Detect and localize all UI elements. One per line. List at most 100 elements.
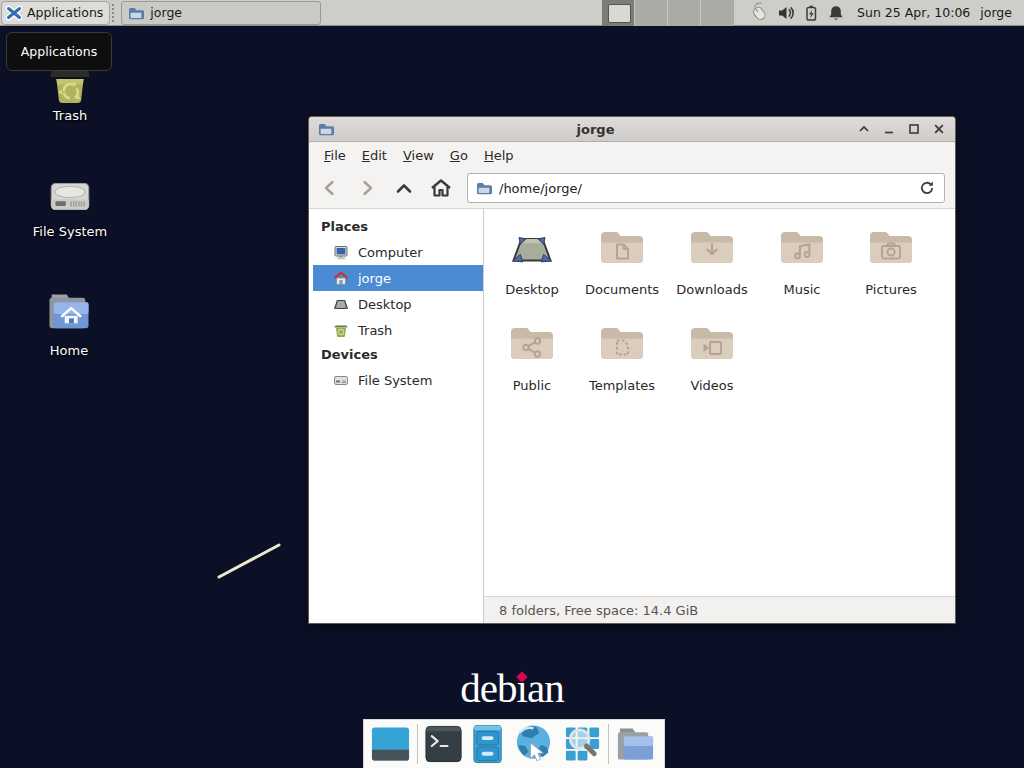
sidebar-item-trash[interactable]: Trash xyxy=(309,317,483,343)
templates-folder-icon xyxy=(598,321,646,369)
shade-button[interactable] xyxy=(857,122,871,136)
sidebar-item-computer[interactable]: Computer xyxy=(309,239,483,265)
path-folder-icon xyxy=(476,180,492,196)
sidebar-header-devices: Devices xyxy=(309,343,483,367)
folder-label: Templates xyxy=(580,378,664,393)
window-folder-icon xyxy=(318,121,334,137)
applications-label: Applications xyxy=(27,5,103,20)
applications-tooltip: Applications xyxy=(6,32,112,71)
downloads-folder-icon xyxy=(688,225,736,273)
music-folder-icon xyxy=(778,225,826,273)
menu-edit[interactable]: Edit xyxy=(354,145,395,166)
window-titlebar[interactable]: jorge xyxy=(309,117,955,142)
menu-help[interactable]: Help xyxy=(476,145,522,166)
workspace-4[interactable] xyxy=(701,0,734,26)
folder-label: Public xyxy=(490,378,574,393)
tooltip-text: Applications xyxy=(21,44,97,59)
file-manager-window: jorge File Edit View Go Help xyxy=(308,116,956,624)
menu-view[interactable]: View xyxy=(395,145,442,166)
dock-folder-icon[interactable] xyxy=(615,724,658,764)
hard-drive-icon xyxy=(45,170,95,220)
panel-username[interactable]: jorge xyxy=(980,5,1012,20)
toolbar: /home/jorge/ xyxy=(309,168,955,209)
window-title: jorge xyxy=(334,122,857,137)
desktop-icon-label: File System xyxy=(22,224,118,239)
battery-icon[interactable] xyxy=(802,4,820,22)
menu-go[interactable]: Go xyxy=(442,145,476,166)
folder-icon xyxy=(128,5,144,21)
back-button[interactable] xyxy=(317,175,343,201)
taskbar-window-button[interactable]: jorge xyxy=(121,1,321,25)
sidebar-item-label: Desktop xyxy=(358,297,412,312)
system-tray xyxy=(748,2,845,23)
forward-button[interactable] xyxy=(354,175,380,201)
panel-separator-handle[interactable] xyxy=(112,4,118,22)
dock-web-browser-icon[interactable] xyxy=(512,722,557,766)
minimize-button[interactable] xyxy=(882,122,896,136)
folder-tile-music[interactable]: Music xyxy=(760,225,844,297)
taskbar-window-label: jorge xyxy=(150,5,182,20)
desktop-mini-icon xyxy=(333,296,349,312)
debian-logo: debıan xyxy=(0,664,1024,712)
workspace-1[interactable] xyxy=(602,0,635,26)
path-bar[interactable]: /home/jorge/ xyxy=(467,173,945,203)
folder-tile-public[interactable]: Public xyxy=(490,321,574,393)
desktop-icon-filesystem[interactable]: File System xyxy=(22,170,118,239)
dock-separator xyxy=(608,724,609,764)
sidebar-item-jorge[interactable]: jorge xyxy=(313,265,483,291)
desktop-icon-label: Home xyxy=(21,343,117,358)
dock-separator xyxy=(417,724,418,764)
bell-icon[interactable] xyxy=(827,4,845,22)
bottom-dock xyxy=(363,719,665,768)
videos-folder-icon xyxy=(688,321,736,369)
home-button[interactable] xyxy=(428,175,454,201)
statusbar: 8 folders, Free space: 14.4 GiB xyxy=(484,596,955,623)
workspace-pager[interactable] xyxy=(602,0,734,26)
folder-label: Desktop xyxy=(490,282,574,297)
reload-icon[interactable] xyxy=(918,179,936,197)
top-panel: Applications jorge xyxy=(0,0,1024,26)
folder-tile-videos[interactable]: Videos xyxy=(670,321,754,393)
dock-file-cabinet-icon[interactable] xyxy=(469,724,506,764)
folder-tile-templates[interactable]: Templates xyxy=(580,321,664,393)
pictures-folder-icon xyxy=(867,225,915,273)
menu-file[interactable]: File xyxy=(316,145,354,166)
desktop-icon-home[interactable]: Home xyxy=(21,287,117,358)
desktop-icon-label: Trash xyxy=(22,108,118,123)
sidebar-item-label: Trash xyxy=(358,323,392,338)
desktop-trapezoid-icon xyxy=(508,225,556,273)
applications-menu-button[interactable]: Applications xyxy=(1,1,110,25)
close-button[interactable] xyxy=(932,122,946,136)
mouse-icon[interactable] xyxy=(748,2,770,23)
menubar: File Edit View Go Help xyxy=(309,142,955,168)
folder-tile-pictures[interactable]: Pictures xyxy=(849,225,933,297)
folder-label: Videos xyxy=(670,378,754,393)
computer-icon xyxy=(333,244,349,260)
xfce-logo-icon xyxy=(5,4,23,22)
folder-label: Documents xyxy=(580,282,664,297)
up-button[interactable] xyxy=(391,175,417,201)
folder-tile-downloads[interactable]: Downloads xyxy=(670,225,754,297)
documents-folder-icon xyxy=(598,225,646,273)
folder-tile-desktop[interactable]: Desktop xyxy=(490,225,574,297)
maximize-button[interactable] xyxy=(907,122,921,136)
sidebar: Places Computer jorge xyxy=(309,209,484,623)
workspace-2[interactable] xyxy=(635,0,668,26)
sidebar-item-label: Computer xyxy=(358,245,423,260)
file-view: Desktop Documents xyxy=(484,209,955,596)
status-text: 8 folders, Free space: 14.4 GiB xyxy=(499,603,698,618)
volume-icon[interactable] xyxy=(777,4,795,22)
dock-app-finder-icon[interactable] xyxy=(563,724,602,764)
workspace-3[interactable] xyxy=(668,0,701,26)
drive-mini-icon xyxy=(333,372,349,388)
sidebar-item-label: jorge xyxy=(358,271,391,286)
dock-terminal-icon[interactable] xyxy=(424,724,463,764)
sidebar-item-filesystem[interactable]: File System xyxy=(309,367,483,393)
sidebar-item-label: File System xyxy=(358,373,432,388)
path-text: /home/jorge/ xyxy=(499,181,582,196)
folder-tile-documents[interactable]: Documents xyxy=(580,225,664,297)
sidebar-item-desktop[interactable]: Desktop xyxy=(309,291,483,317)
panel-clock[interactable]: Sun 25 Apr, 10:06 xyxy=(857,5,970,20)
home-icon xyxy=(333,270,349,286)
dock-desktop-icon[interactable] xyxy=(370,724,411,764)
